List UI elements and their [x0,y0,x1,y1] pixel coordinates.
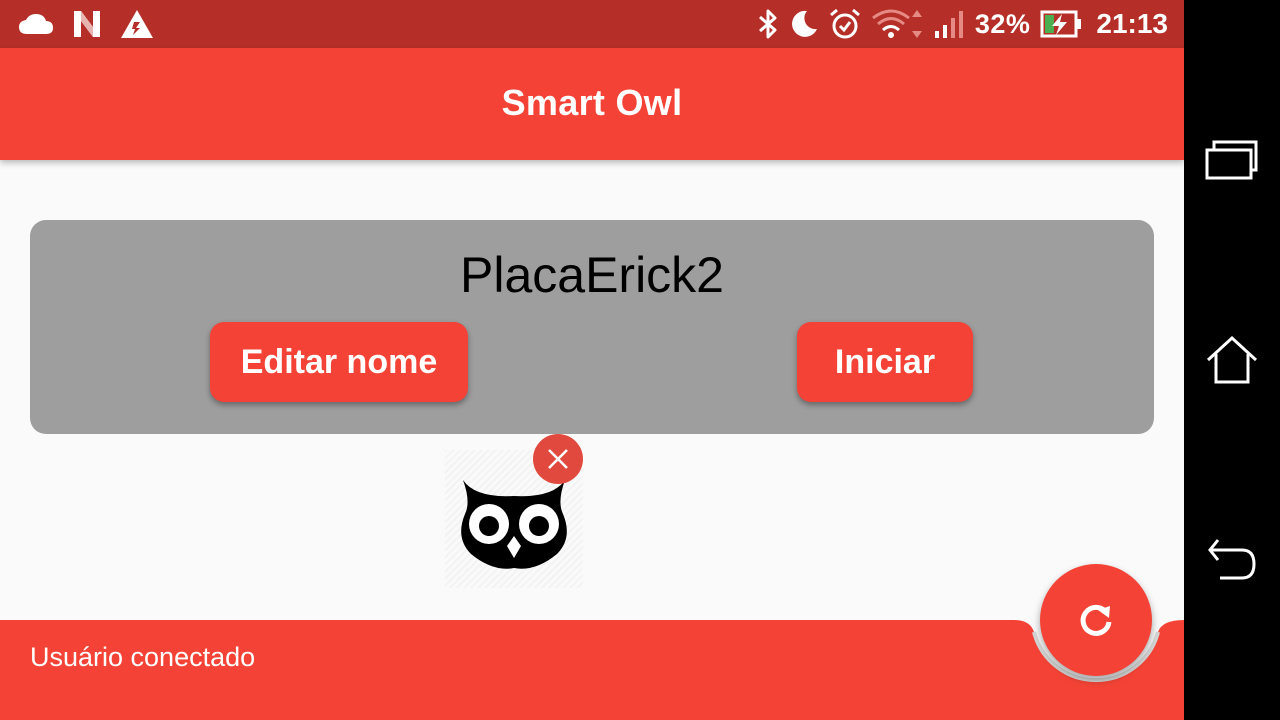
app-screen: 32% 21:13 Smart Owl PlacaErick2 Editar n… [0,0,1184,720]
start-button[interactable]: Iniciar [797,322,973,402]
app-bar: Smart Owl [0,48,1184,160]
refresh-button[interactable] [1040,564,1152,676]
refresh-icon [1080,604,1112,636]
back-icon [1208,539,1256,580]
edit-name-button[interactable]: Editar nome [210,322,468,402]
home-button[interactable] [1184,312,1280,408]
status-bar: 32% 21:13 [0,0,1184,48]
n-app-icon [72,10,102,38]
navigation-bar [1184,0,1280,720]
moon-icon [789,9,819,39]
warning-icon [120,9,154,39]
app-title: Smart Owl [501,82,683,123]
device-card: PlacaErick2 Editar nome Iniciar [30,220,1154,434]
battery-charging-icon [1040,9,1082,39]
cloud-icon [18,13,54,35]
home-icon [1206,335,1258,384]
remove-image-button[interactable] [533,434,583,484]
wifi-icon [871,8,923,40]
alarm-icon [829,8,861,40]
recents-icon [1205,140,1258,180]
bluetooth-icon [757,8,779,40]
recents-button[interactable] [1184,112,1280,208]
connection-status: Usuário conectado [30,642,256,672]
close-icon [548,449,568,469]
system-status: 32% 21:13 [757,6,1168,42]
clock: 21:13 [1096,8,1168,39]
back-button[interactable] [1184,512,1280,608]
device-name: PlacaErick2 [460,247,724,303]
notification-icons [18,8,154,40]
battery-percent: 32% [974,8,1031,39]
signal-icon [933,9,965,39]
bottom-app-bar: Usuário conectado [0,620,1184,720]
